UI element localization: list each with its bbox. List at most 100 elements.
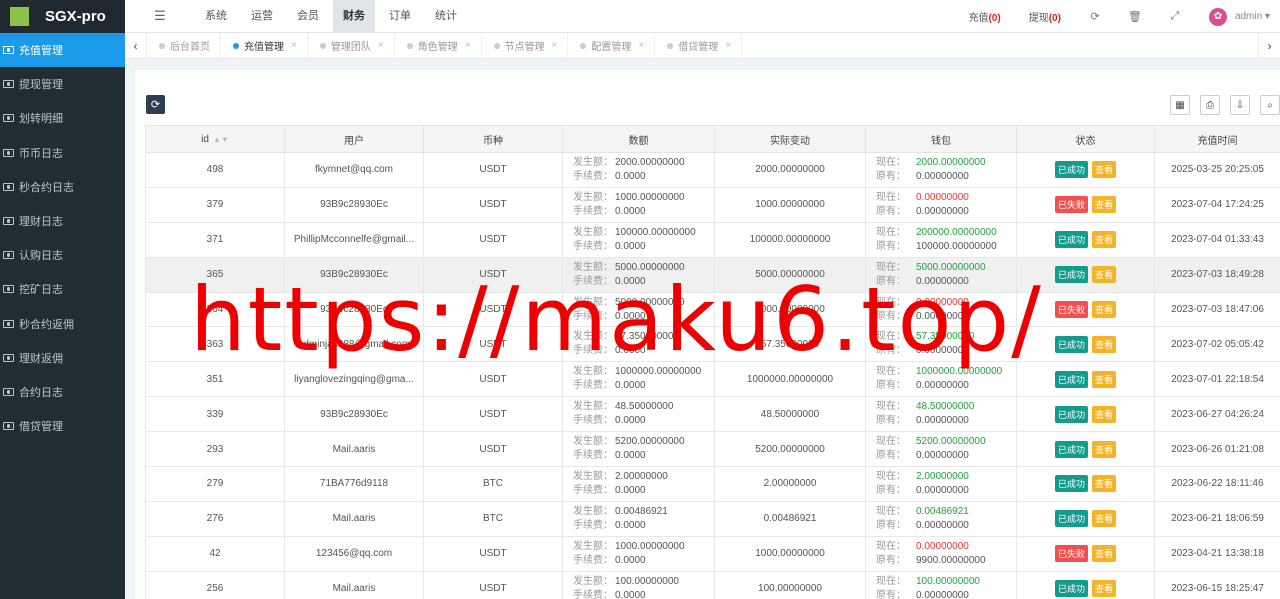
close-icon[interactable]: × xyxy=(291,40,297,51)
column-header[interactable]: id ▲▼ xyxy=(145,125,285,153)
tabs-right-arrow-icon[interactable]: › xyxy=(1258,33,1280,59)
amount-fee: 手续费： 0.0000 xyxy=(573,519,714,533)
avatar[interactable]: ✿ xyxy=(1208,7,1227,26)
view-button[interactable]: 查看 xyxy=(1092,405,1117,423)
top-nav-item[interactable]: 订单 xyxy=(379,0,421,33)
menu-item-icon xyxy=(3,353,14,362)
table-row[interactable]: 379 93B9c28930Ec USDT 发生额： 1000.00000000 手续费：… xyxy=(145,186,1280,223)
export-icon[interactable]: ⇩ xyxy=(1230,95,1250,115)
withdraw-notice[interactable]: 提现(0) xyxy=(1029,9,1061,24)
fullscreen-icon[interactable]: ⤢ xyxy=(1155,10,1195,23)
trash-icon[interactable]: 🗑 xyxy=(1115,10,1155,23)
wallet-before-value: 0.00000000 xyxy=(916,450,969,462)
view-button[interactable]: 查看 xyxy=(1092,266,1117,284)
top-nav-item[interactable]: 系统 xyxy=(195,0,237,33)
view-button[interactable]: 查看 xyxy=(1092,440,1117,458)
cell-id: 42 xyxy=(145,535,285,572)
column-header-label: 状态 xyxy=(1075,135,1096,147)
page-tab[interactable]: 节点管理 × xyxy=(482,32,569,59)
top-nav-item[interactable]: 会员 xyxy=(287,0,329,33)
search-icon[interactable]: ⌕ xyxy=(1260,95,1280,115)
print-icon[interactable]: ⎙ xyxy=(1200,95,1220,115)
sidebar-item[interactable]: 挖矿日志 xyxy=(0,272,125,306)
menu-toggle-icon[interactable]: ☰ xyxy=(125,8,195,24)
column-header[interactable]: 用户 xyxy=(284,125,424,153)
page-tab[interactable]: 后台首页 xyxy=(147,32,221,59)
sidebar-item[interactable]: 秒合约返佣 xyxy=(0,307,125,341)
page-tab[interactable]: 充值管理 × xyxy=(221,32,308,59)
table-row[interactable]: 293 Mail.aaris USDT 发生额： 5200.00000000 手续费： 0.… xyxy=(145,431,1280,468)
top-nav-item[interactable]: 财务 xyxy=(333,0,375,33)
view-button[interactable]: 查看 xyxy=(1092,475,1117,493)
tabs-left-arrow-icon[interactable]: ‹ xyxy=(125,32,147,59)
table-row[interactable]: 363 adminjas388@gmail.com USDT 发生额： 57.35000… xyxy=(145,326,1280,363)
table-row[interactable]: 256 Mail.aaris USDT 发生额： 100.00000000 手续费： 0.0… xyxy=(145,570,1280,599)
table-row[interactable]: 351 liyanglovezingqing@gma... USDT 发生额： 1000… xyxy=(145,361,1280,398)
table-row[interactable]: 42 123456@qq.com USDT 发生额： 1000.00000000 手续费：… xyxy=(145,535,1280,572)
refresh-icon[interactable]: ⟳ xyxy=(1075,10,1115,23)
table-row[interactable]: 498 fkymnet@qq.com USDT 发生额： 2000.00000000 手续… xyxy=(145,152,1280,188)
page-tab[interactable]: 角色管理 × xyxy=(395,32,482,59)
columns-icon[interactable]: ▦ xyxy=(1170,95,1190,115)
page-tab[interactable]: 借贷管理 × xyxy=(655,32,743,59)
amount-occur: 发生额： 1000.00000000 xyxy=(573,540,714,554)
wallet-before-value: 0.00000000 xyxy=(916,519,969,531)
top-nav-item[interactable]: 运营 xyxy=(241,0,283,33)
table-row[interactable]: 365 93B9c28930Ec USDT 发生额： 5000.00000000 手续费：… xyxy=(145,256,1280,293)
sidebar-item[interactable]: 借贷管理 xyxy=(0,409,125,443)
view-button[interactable]: 查看 xyxy=(1092,545,1117,563)
wallet-now: 现在： 2000.00000000 xyxy=(876,156,1016,170)
wallet-now-value: 0.00000000 xyxy=(916,191,969,203)
amount-fee-value: 0.0000 xyxy=(615,170,646,182)
tab-dot-icon xyxy=(580,42,587,49)
recharge-notice[interactable]: 充值(0) xyxy=(968,9,1000,24)
view-button[interactable]: 查看 xyxy=(1092,370,1117,388)
page-tab[interactable]: 管理团队 × xyxy=(308,32,395,59)
user-menu[interactable]: admin ▾ xyxy=(1235,11,1270,22)
column-header[interactable]: 币种 xyxy=(423,125,563,153)
sidebar-item[interactable]: 划转明细 xyxy=(0,101,125,135)
sidebar-item[interactable]: 理财返佣 xyxy=(0,341,125,375)
column-header[interactable]: 状态 xyxy=(1016,125,1155,153)
column-header[interactable]: 充值时间 xyxy=(1154,125,1280,153)
sidebar-item[interactable]: 理财日志 xyxy=(0,204,125,238)
sidebar-item[interactable]: 秒合约日志 xyxy=(0,170,125,204)
sidebar-item[interactable]: 合约日志 xyxy=(0,375,125,409)
view-button[interactable]: 查看 xyxy=(1092,580,1117,598)
table-row[interactable]: 276 Mail.aaris BTC 发生额： 0.00486921 手续费： 0.0000… xyxy=(145,500,1280,537)
page-tab[interactable]: 配置管理 × xyxy=(568,32,656,59)
sidebar-item[interactable]: 认购日志 xyxy=(0,238,125,272)
view-button[interactable]: 查看 xyxy=(1092,231,1117,249)
table-refresh-button[interactable]: ⟳ xyxy=(146,95,165,114)
close-icon[interactable]: × xyxy=(638,40,644,51)
column-header[interactable]: 实际变动 xyxy=(714,125,866,153)
column-header[interactable]: 钱包 xyxy=(865,125,1017,153)
sort-icon[interactable]: ▲▼ xyxy=(213,135,229,144)
amount-fee: 手续费： 0.0000 xyxy=(573,379,714,393)
wallet-before-value: 0.00000000 xyxy=(916,345,969,357)
table-row[interactable]: 279 71BA776d9118 BTC 发生额： 2.00000000 手续费： 0.00… xyxy=(145,466,1280,502)
top-nav-item[interactable]: 统计 xyxy=(425,0,467,33)
view-button[interactable]: 查看 xyxy=(1092,335,1117,353)
wallet-now-value: 200000.00000000 xyxy=(916,226,997,238)
sidebar-item[interactable]: 币币日志 xyxy=(0,136,125,170)
table-row[interactable]: 364 93B9c28930Ec USDT 发生额： 5000.00000000 手续费：… xyxy=(145,291,1280,328)
table-row[interactable]: 339 93B9c28930Ec USDT 发生额： 48.50000000 手续费： 0.… xyxy=(145,396,1280,433)
column-header[interactable]: 数额 xyxy=(562,125,715,153)
view-button[interactable]: 查看 xyxy=(1092,301,1117,318)
close-icon[interactable]: × xyxy=(465,40,471,51)
close-icon[interactable]: × xyxy=(725,40,731,51)
wallet-before: 原有： 100000.00000000 xyxy=(876,240,1016,254)
close-icon[interactable]: × xyxy=(552,40,558,51)
view-button[interactable]: 查看 xyxy=(1092,510,1117,528)
wallet-now-label: 现在： xyxy=(876,470,906,482)
close-icon[interactable]: × xyxy=(378,40,384,51)
view-button[interactable]: 查看 xyxy=(1092,161,1117,179)
wallet-before: 原有： 0.00000000 xyxy=(876,449,1016,463)
table-row[interactable]: 371 PhillipMcconnelfe@gmail... USDT 发生额： 100… xyxy=(145,221,1280,258)
sidebar-item[interactable]: 充值管理 xyxy=(0,33,125,68)
brand[interactable]: SGX-pro xyxy=(0,0,125,33)
view-button[interactable]: 查看 xyxy=(1092,196,1117,214)
sidebar-item[interactable]: 提现管理 xyxy=(0,67,125,101)
cell-time: 2023-06-22 18:11:46 xyxy=(1154,466,1280,502)
